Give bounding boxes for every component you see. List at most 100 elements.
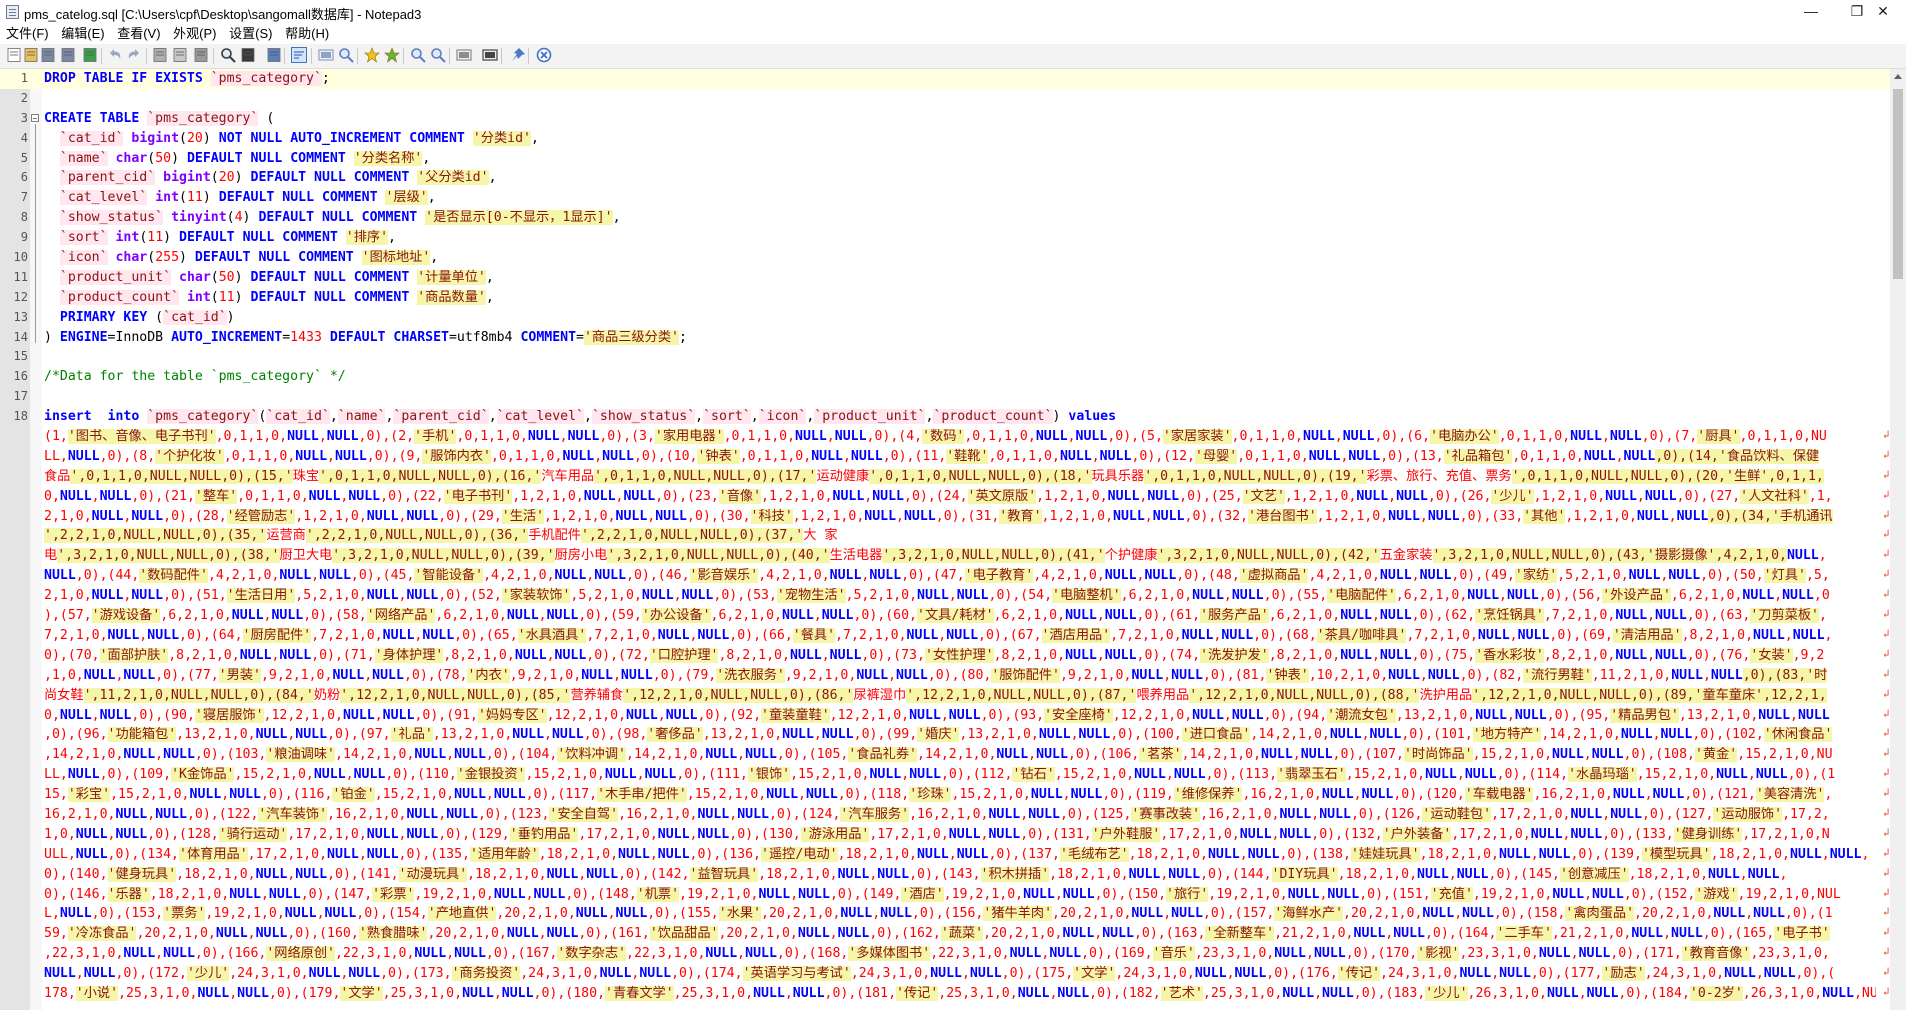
browse-icon[interactable] bbox=[82, 47, 98, 63]
token: NULL bbox=[1592, 886, 1624, 902]
save-as-icon[interactable] bbox=[60, 47, 76, 63]
undo-icon[interactable] bbox=[107, 47, 123, 63]
zoom-in-icon[interactable] bbox=[410, 47, 426, 63]
token: , bbox=[888, 667, 897, 683]
token: , bbox=[1578, 985, 1587, 1001]
token: NULL bbox=[1459, 966, 1492, 982]
line-text: `icon` char(255) DEFAULT NULL COMMENT '图… bbox=[44, 248, 1876, 268]
scroll-up-icon[interactable] bbox=[1894, 74, 1902, 79]
token: ,20,2,1,0, bbox=[1634, 906, 1714, 922]
token: 生鲜',0,1,1, bbox=[1733, 468, 1824, 484]
token: NULL bbox=[1792, 627, 1825, 643]
menu-settings[interactable]: 设置(S) bbox=[223, 24, 275, 43]
paste-icon[interactable] bbox=[193, 47, 209, 63]
token: 洗护用品 bbox=[1419, 687, 1473, 703]
token: DEFAULT NULL COMMENT bbox=[218, 190, 386, 206]
token: , bbox=[1456, 767, 1465, 783]
fullscreen-icon[interactable] bbox=[482, 47, 498, 63]
zoom-out-icon[interactable] bbox=[430, 47, 446, 63]
token: NULL bbox=[745, 747, 777, 763]
goto-icon[interactable] bbox=[266, 47, 282, 63]
token: ,0),(169, bbox=[1081, 946, 1153, 962]
token: ( bbox=[258, 110, 275, 126]
schema-icon[interactable] bbox=[456, 47, 472, 63]
token: NULL bbox=[567, 429, 600, 445]
token: ,0),(162, bbox=[869, 926, 941, 942]
token: '是否显示[0-不显示，1显示]' bbox=[425, 210, 613, 226]
code-line: NULL,0),(44,'数码配件',4,2,1,0,NULL,NULL,0),… bbox=[0, 566, 1890, 586]
token: 11 bbox=[186, 190, 203, 206]
menu-help[interactable]: 帮助(H) bbox=[279, 24, 332, 43]
token: , bbox=[1448, 866, 1457, 882]
editor[interactable]: 1 DROP TABLE IF EXISTS `pms_category`; 2 3 C… bbox=[0, 69, 1890, 1010]
minimize-button[interactable]: — bbox=[1788, 0, 1834, 24]
pin-icon[interactable] bbox=[510, 47, 526, 63]
token: ,7,2,1,0, bbox=[1110, 627, 1182, 643]
token: ,0),(132, bbox=[1311, 826, 1383, 842]
close-button[interactable]: ✕ bbox=[1860, 0, 1906, 24]
bookmark-all-icon[interactable] bbox=[384, 47, 400, 63]
token: NULL bbox=[1075, 429, 1108, 445]
token: NULL bbox=[1356, 488, 1389, 504]
token: NULL bbox=[797, 926, 830, 942]
token: ',0,1,1,0,NULL,NULL,0),(19,' bbox=[1144, 468, 1367, 484]
token: 运营商 bbox=[266, 528, 306, 544]
token: ,9,2,1,0, bbox=[260, 667, 333, 683]
token: NULL bbox=[623, 488, 656, 504]
token: NULL bbox=[91, 588, 124, 604]
line-text: ,1,0,NULL,NULL,0),(77,'男装',9,2,1,0,NULL,… bbox=[44, 666, 1876, 686]
wrap-indicator-icon: ↲ bbox=[1883, 607, 1890, 621]
token: ,0),(29, bbox=[438, 508, 502, 524]
menu-edit[interactable]: 编辑(E) bbox=[55, 24, 107, 43]
menu-appearance[interactable]: 外观(P) bbox=[167, 24, 219, 43]
token: NULL bbox=[1282, 985, 1315, 1001]
token: ,19,2,1,0, bbox=[943, 886, 1024, 902]
token: , bbox=[1062, 787, 1071, 803]
token: '英文原版' bbox=[967, 488, 1037, 504]
token: '家用电器' bbox=[654, 429, 724, 445]
wrap-indicator-icon: ↲ bbox=[1883, 527, 1890, 541]
new-file-icon[interactable] bbox=[6, 47, 22, 63]
token: ,0),(143, bbox=[909, 866, 981, 882]
zoom-icon[interactable] bbox=[338, 47, 354, 63]
token: NULL bbox=[1353, 926, 1386, 942]
token: ,0),(32, bbox=[1184, 508, 1249, 524]
token: , bbox=[1784, 627, 1793, 643]
token: ,0),(179, bbox=[268, 985, 341, 1001]
redo-icon[interactable] bbox=[126, 47, 142, 63]
token: ,18,2,1,0, bbox=[538, 846, 619, 862]
exit-icon[interactable] bbox=[536, 47, 552, 63]
token: , bbox=[1096, 608, 1105, 624]
token: '健身玩具' bbox=[107, 866, 177, 882]
menu-view[interactable]: 查看(V) bbox=[111, 24, 163, 43]
line-text: /*Data for the table `pms_category` */ bbox=[44, 367, 1876, 387]
token: ,25,3,1,0, bbox=[938, 985, 1018, 1001]
token: '女性护理' bbox=[924, 647, 994, 663]
vertical-scrollbar[interactable] bbox=[1890, 69, 1906, 1010]
view-indent-icon[interactable] bbox=[318, 47, 334, 63]
scrollbar-thumb[interactable] bbox=[1893, 89, 1903, 279]
token: NULL bbox=[657, 627, 690, 643]
word-wrap-icon[interactable] bbox=[291, 47, 307, 63]
token: , bbox=[790, 886, 799, 902]
code-line: 0,NULL,NULL,0),(90,'寝居服饰',12,2,1,0,NULL,… bbox=[0, 706, 1890, 726]
cut-icon[interactable] bbox=[152, 47, 168, 63]
token: ,0),(77, bbox=[155, 667, 219, 683]
token: ,0),(119, bbox=[1102, 787, 1174, 803]
token: , bbox=[1779, 866, 1788, 882]
token: `show_status` bbox=[59, 210, 164, 226]
token: NULL bbox=[586, 866, 619, 882]
code-line: 178,'小说',25,3,1,0,NULL,NULL,0),(179,'文学'… bbox=[0, 984, 1890, 1004]
save-icon[interactable] bbox=[40, 47, 56, 63]
copy-icon[interactable] bbox=[172, 47, 188, 63]
open-file-icon[interactable] bbox=[23, 47, 39, 63]
bookmark-icon[interactable] bbox=[364, 47, 380, 63]
token: '音乐' bbox=[1152, 946, 1195, 962]
menu-file[interactable]: 文件(F) bbox=[0, 24, 52, 43]
token: ,20,2,1,0, bbox=[718, 926, 798, 942]
fold-toggle-icon[interactable]: − bbox=[31, 113, 39, 122]
find-icon[interactable] bbox=[220, 47, 236, 63]
replace-icon[interactable] bbox=[240, 47, 256, 63]
token: '宠物生活' bbox=[776, 588, 846, 604]
